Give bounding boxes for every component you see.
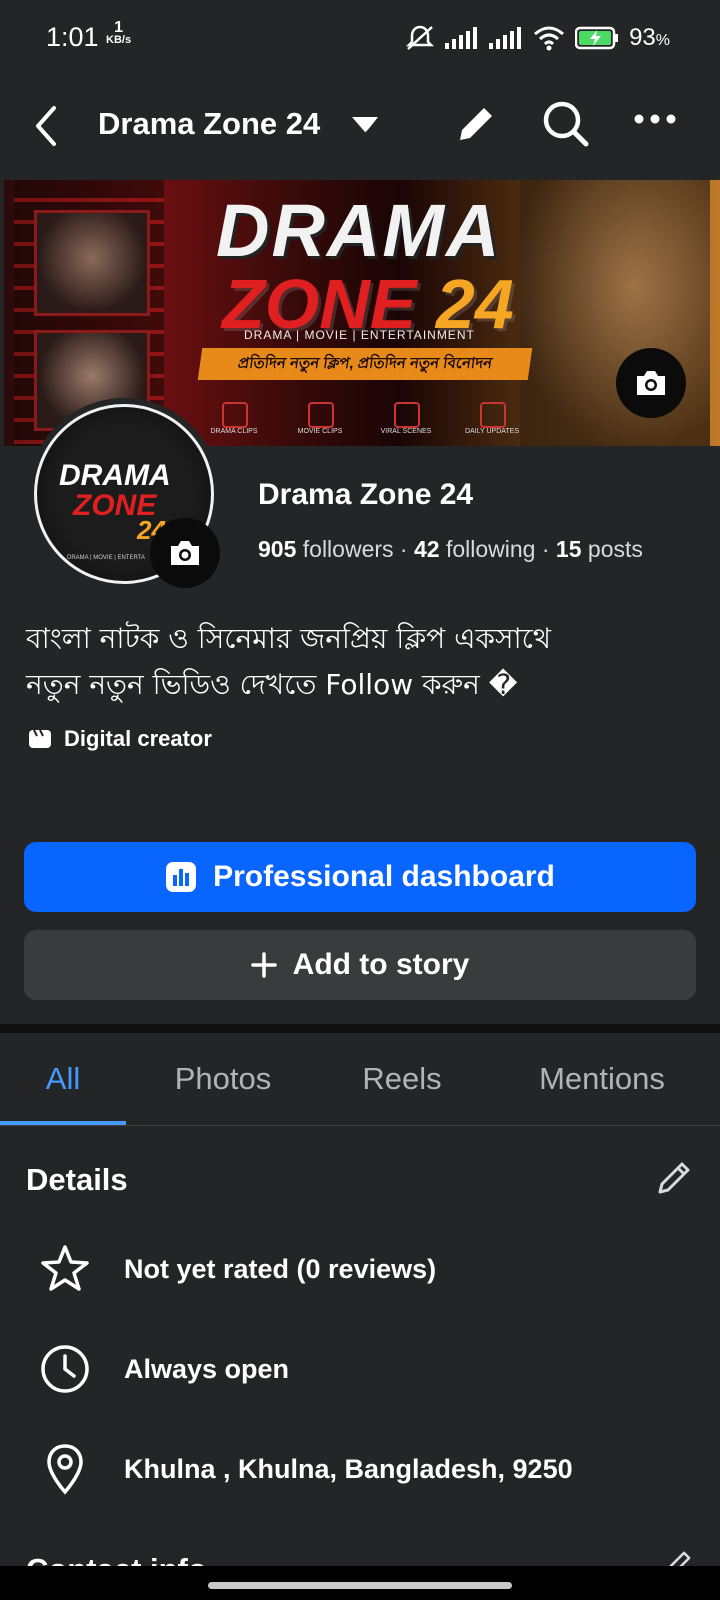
category-label: Digital creator: [64, 726, 212, 751]
cover-categories: DRAMA CLIPS MOVIE CLIPS VIRAL SCENES DAI…: [204, 402, 522, 435]
followers-link[interactable]: 905 followers: [258, 536, 394, 562]
professional-dashboard-label: Professional dashboard: [213, 860, 555, 893]
more-options-icon[interactable]: [634, 112, 676, 131]
edit-details-pencil-icon[interactable]: [654, 1156, 696, 1203]
avatar-logo-line1: DRAMA: [59, 459, 171, 492]
cover-portrait: [34, 210, 150, 316]
avatar-logo-subtitle: DRAMA | MOVIE | ENTERTA: [67, 555, 145, 561]
clapperboard-icon: [29, 729, 51, 748]
cover-category: VIRAL SCENES: [376, 402, 436, 435]
details-row-rating: Not yet rated (0 reviews): [38, 1242, 436, 1296]
tab-all[interactable]: All: [0, 1033, 126, 1125]
details-row-location[interactable]: Khulna , Khulna, Bangladesh, 9250: [38, 1442, 573, 1496]
cover-category: DRAMA CLIPS: [204, 402, 264, 435]
caret-down-icon[interactable]: [350, 114, 380, 139]
profile-bio: বাংলা নাটক ও সিনেমার জনপ্রিয় ক্লিপ একসা…: [26, 616, 666, 708]
tab-photos[interactable]: Photos: [126, 1033, 320, 1125]
cover-tagline: DRAMA | MOVIE | ENTERTAINMENT: [244, 328, 475, 342]
add-to-story-button[interactable]: Add to story: [24, 930, 696, 1000]
profile-name: Drama Zone 24: [258, 478, 474, 511]
details-heading: Details: [26, 1162, 128, 1197]
camera-icon: [637, 371, 665, 395]
details-row-hours: Always open: [38, 1342, 289, 1396]
network-speed: 1 KB/s: [106, 19, 132, 47]
home-gesture-handle[interactable]: [208, 1582, 512, 1589]
search-icon[interactable]: [540, 98, 592, 155]
status-time: 1:01: [46, 22, 99, 52]
cover-title-line1: DRAMA: [216, 189, 502, 272]
cover-banner: প্রতিদিন নতুন ক্লিপ, প্রতিদিন নতুন বিনোদ…: [197, 348, 533, 380]
location-pin-icon: [38, 1442, 92, 1496]
cover-category: MOVIE CLIPS: [290, 402, 350, 435]
mute-icon: [405, 24, 435, 52]
posts-count: 15 posts: [555, 536, 643, 562]
bio-line: বাংলা নাটক ও সিনেমার জনপ্রিয় ক্লিপ একসা…: [26, 622, 551, 655]
hours-text: Always open: [124, 1353, 290, 1384]
status-bar: 1:01 1 KB/s 93%: [0, 0, 720, 80]
network-speed-value: 1: [114, 19, 123, 36]
battery-charging-icon: [575, 26, 619, 50]
clock-icon: [38, 1342, 92, 1396]
page-name-switcher[interactable]: Drama Zone 24: [98, 106, 320, 142]
edit-cover-photo-button[interactable]: [616, 348, 686, 418]
tab-reels[interactable]: Reels: [320, 1033, 484, 1125]
dashboard-chart-icon: [166, 862, 197, 892]
location-text: Khulna , Khulna, Bangladesh, 9250: [124, 1453, 573, 1484]
network-speed-unit: KB/s: [106, 34, 132, 46]
cover-category: DAILY UPDATES: [462, 402, 522, 435]
profile-tabs: All Photos Reels Mentions: [0, 1033, 720, 1126]
rating-text: Not yet rated (0 reviews): [124, 1253, 437, 1284]
camera-icon: [171, 541, 199, 565]
wifi-icon: [533, 25, 565, 51]
following-link[interactable]: 42 following: [414, 536, 535, 562]
profile-stats: 905 followers · 42 following · 15 posts: [258, 536, 643, 562]
signal-icon: [445, 27, 479, 49]
edit-pencil-icon[interactable]: [452, 100, 500, 153]
star-icon: [38, 1242, 92, 1296]
section-divider: [0, 1024, 720, 1033]
plus-icon: [250, 952, 277, 978]
edit-profile-picture-button[interactable]: [150, 518, 220, 588]
professional-dashboard-button[interactable]: Professional dashboard: [24, 842, 696, 912]
back-button[interactable]: [30, 104, 70, 152]
bio-line: নতুন নতুন ভিডিও দেখতে Follow করুন �: [26, 668, 518, 701]
battery-percent: 93%: [629, 24, 670, 51]
status-icons: 93%: [405, 24, 670, 52]
cover-portrait-group: [520, 180, 710, 446]
profile-category: Digital creator: [28, 726, 212, 752]
signal-icon: [489, 27, 523, 49]
tab-mentions[interactable]: Mentions: [484, 1033, 720, 1125]
back-arrow-icon: [36, 106, 56, 146]
add-to-story-label: Add to story: [292, 948, 470, 981]
top-app-bar: Drama Zone 24: [0, 80, 720, 176]
